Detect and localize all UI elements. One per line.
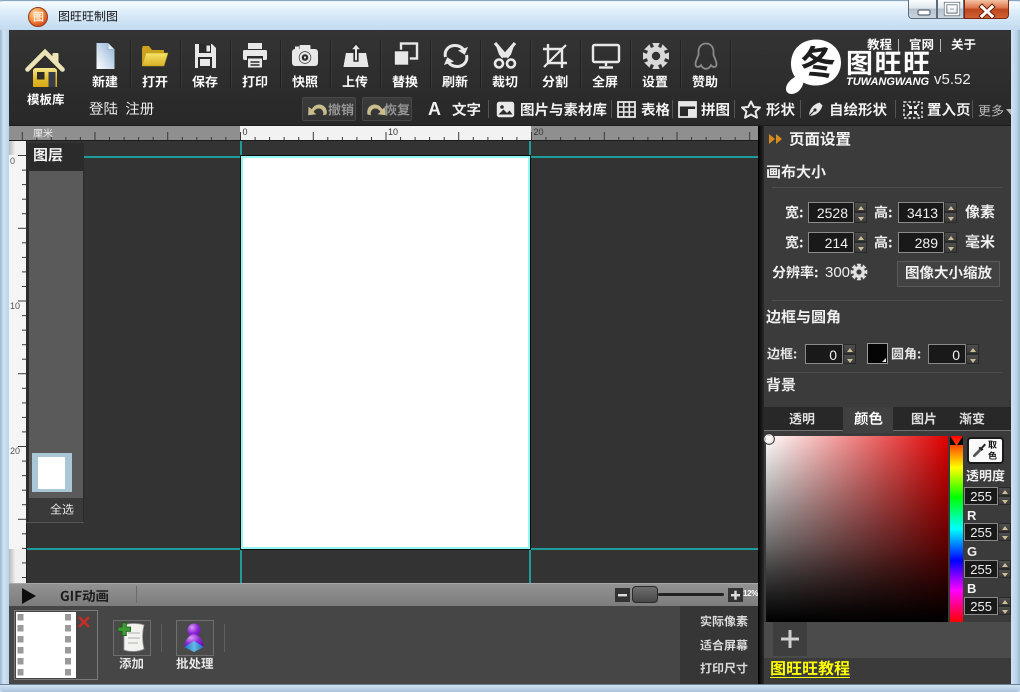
svg-text:20: 20 xyxy=(534,127,544,137)
svg-text:10: 10 xyxy=(388,127,398,137)
svg-text:0: 0 xyxy=(243,127,248,137)
svg-text:0: 0 xyxy=(10,156,15,166)
svg-text:20: 20 xyxy=(10,446,20,456)
svg-text:10: 10 xyxy=(10,301,20,311)
